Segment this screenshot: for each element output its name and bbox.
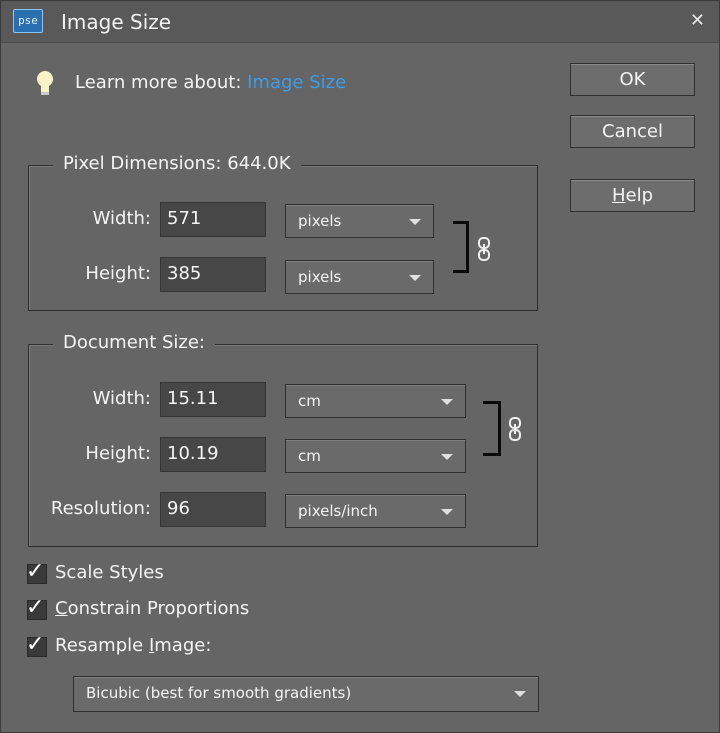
checkmark-icon: ✓ [26, 595, 45, 620]
chevron-down-icon [409, 275, 421, 281]
pixel-height-input[interactable]: 385 [160, 257, 266, 292]
help-mnemonic: H [611, 185, 626, 206]
resample-label-rest: mage: [154, 635, 212, 656]
pixel-height-unit-select[interactable]: pixels [285, 260, 434, 294]
pixel-width-unit-value: pixels [298, 212, 342, 230]
resample-label-pre: Resample [55, 635, 149, 656]
constrain-proportions-checkbox[interactable]: ✓ [26, 595, 47, 620]
doc-width-label: Width: [92, 388, 151, 409]
chevron-down-icon [441, 509, 453, 515]
scale-styles-checkbox[interactable]: ✓ [26, 559, 47, 584]
close-icon[interactable]: ✕ [690, 10, 705, 31]
constrain-mnemonic: C [55, 598, 68, 619]
resample-image-checkbox[interactable]: ✓ [26, 632, 47, 657]
help-button[interactable]: Help [570, 179, 695, 212]
pixel-height-unit-value: pixels [298, 268, 342, 286]
pixel-constrain-bracket [453, 221, 469, 273]
lightbulb-icon [37, 71, 53, 95]
resample-image-label: Resample Image: [55, 635, 211, 656]
resolution-label: Resolution: [50, 498, 151, 519]
document-size-legend: Document Size: [53, 332, 215, 353]
doc-width-unit-select[interactable]: cm [285, 384, 466, 418]
window-title: Image Size [61, 10, 172, 34]
doc-height-unit-select[interactable]: cm [285, 439, 466, 473]
constrain-link-icon [509, 417, 521, 441]
image-size-dialog: pse Image Size ✕ Learn more about: Image… [0, 0, 720, 733]
doc-width-unit-value: cm [298, 392, 321, 410]
constrain-label-rest: onstrain Proportions [67, 598, 250, 619]
pixel-width-label: Width: [92, 208, 151, 229]
doc-height-label: Height: [85, 443, 151, 464]
resample-method-value: Bicubic (best for smooth gradients) [86, 684, 352, 702]
resolution-unit-value: pixels/inch [298, 502, 378, 520]
checkmark-icon: ✓ [26, 632, 45, 657]
doc-height-input[interactable]: 10.19 [160, 437, 266, 472]
doc-height-unit-value: cm [298, 447, 321, 465]
learn-more-prefix: Learn more about: [75, 72, 248, 93]
pixel-height-label: Height: [85, 263, 151, 284]
ok-button[interactable]: OK [570, 63, 695, 96]
title-bar[interactable]: pse Image Size ✕ [1, 1, 719, 43]
resolution-input[interactable]: 96 [160, 492, 266, 527]
image-size-help-link[interactable]: Image Size [247, 72, 346, 93]
chevron-down-icon [514, 691, 526, 697]
document-constrain-bracket [483, 401, 501, 456]
doc-width-input[interactable]: 15.11 [160, 382, 266, 417]
constrain-link-icon [478, 237, 490, 261]
pixel-width-input[interactable]: 571 [160, 202, 266, 237]
checkmark-icon: ✓ [26, 559, 45, 584]
chevron-down-icon [409, 219, 421, 225]
scale-styles-label: Scale Styles [55, 562, 164, 583]
pixel-width-unit-select[interactable]: pixels [285, 204, 434, 238]
learn-more-text: Learn more about: Image Size [75, 72, 346, 93]
cancel-button[interactable]: Cancel [570, 115, 695, 148]
pixel-dimensions-legend: Pixel Dimensions: 644.0K [53, 153, 301, 174]
resample-method-select[interactable]: Bicubic (best for smooth gradients) [73, 676, 539, 712]
resolution-unit-select[interactable]: pixels/inch [285, 494, 466, 528]
help-label-rest: elp [625, 185, 654, 206]
constrain-proportions-label: Constrain Proportions [55, 598, 249, 619]
chevron-down-icon [441, 399, 453, 405]
chevron-down-icon [441, 454, 453, 460]
pse-app-icon: pse [13, 9, 43, 33]
